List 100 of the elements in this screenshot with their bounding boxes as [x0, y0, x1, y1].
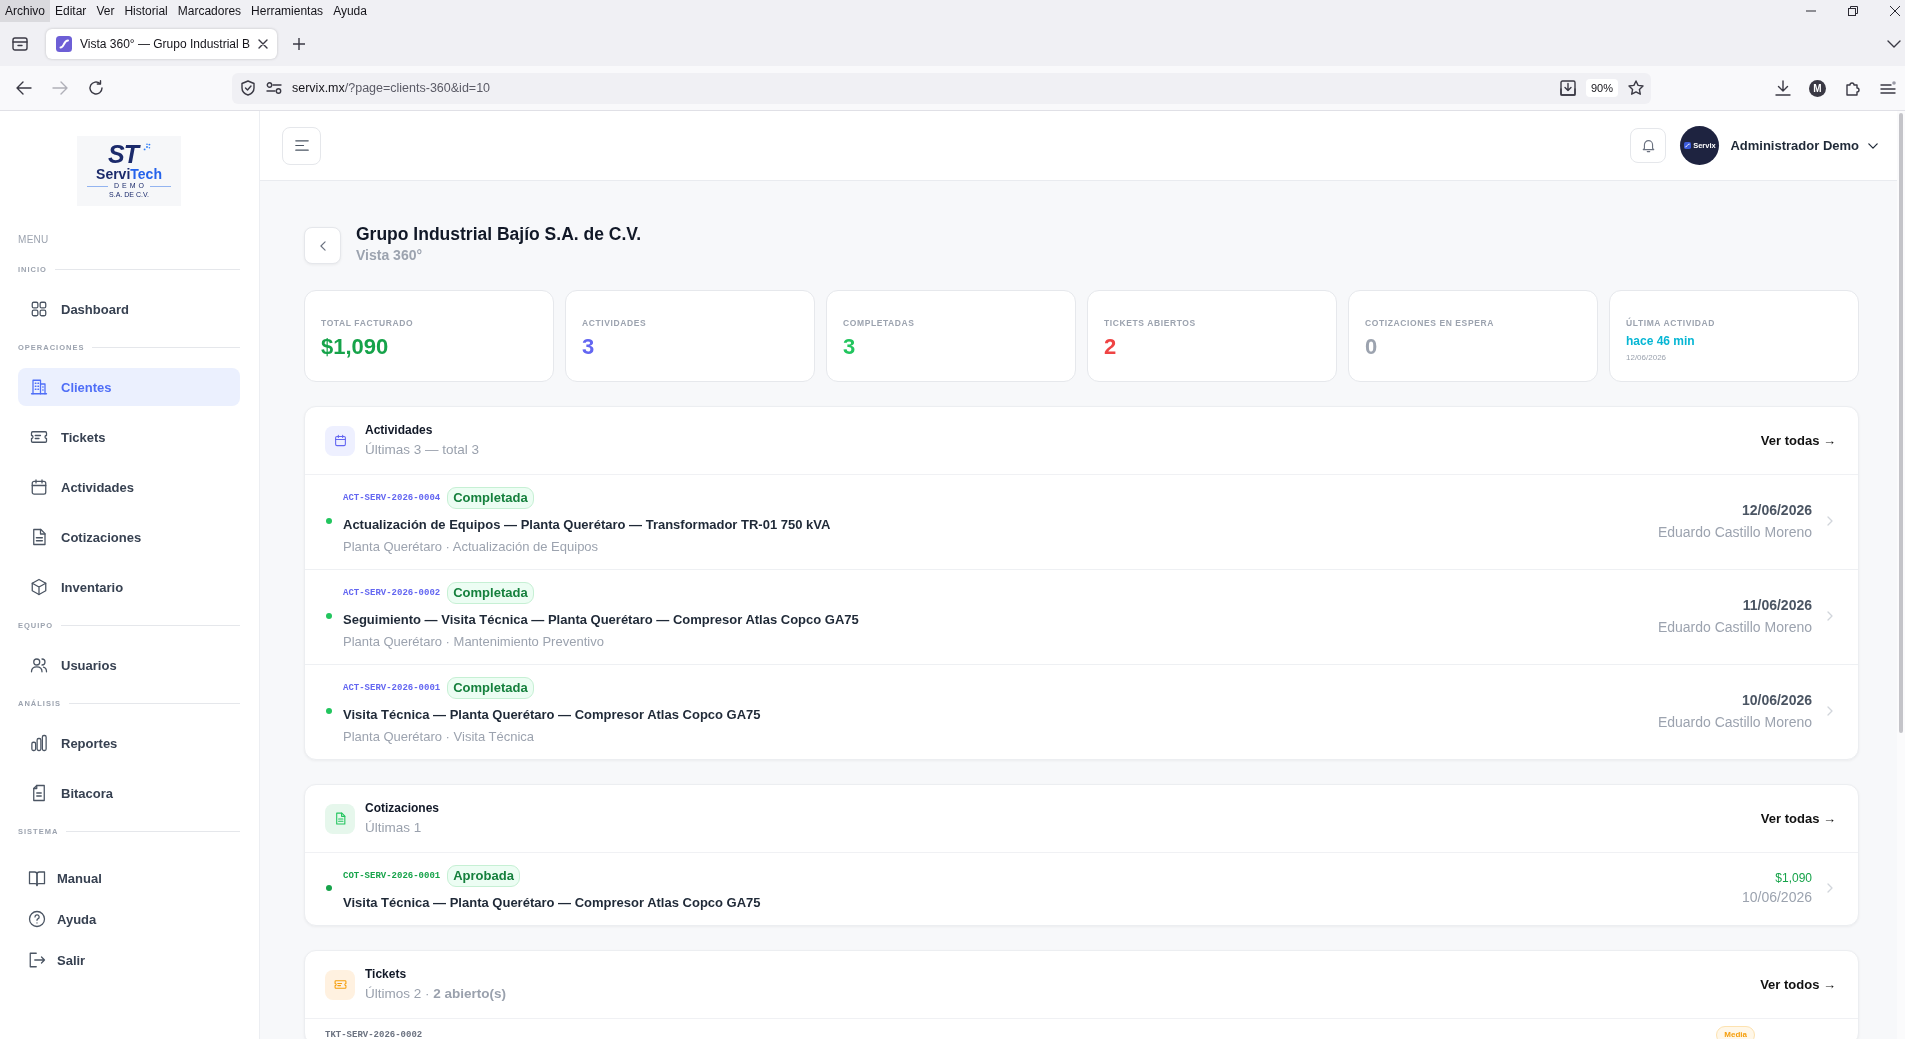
help-icon: [28, 910, 46, 928]
stat-value: 0: [1365, 334, 1379, 360]
panel-subtitle: Últimas 3 — total 3: [365, 441, 480, 458]
cube-icon: [30, 578, 48, 596]
book-icon: [28, 869, 46, 887]
bell-icon: [1641, 138, 1655, 153]
address-field[interactable]: servix.mx/?page=clients-360&id=10 90%: [232, 72, 1651, 104]
calendar-icon: [30, 478, 48, 496]
menu-item[interactable]: Editar: [50, 0, 92, 22]
menu-item[interactable]: Marcadores: [172, 0, 247, 22]
stat-label: COMPLETADAS: [843, 318, 916, 328]
tray-download-icon[interactable]: [1559, 80, 1576, 96]
sidebar-item[interactable]: Tickets: [18, 418, 240, 456]
assignee-name: Eduardo Castillo Moreno: [1657, 619, 1812, 635]
sliders-icon[interactable]: [266, 82, 282, 94]
stat-label: TOTAL FACTURADO: [321, 318, 415, 328]
priority-badge: Media: [1716, 1026, 1755, 1039]
row-details: Planta Querétaro · Actualización de Equipos: [343, 539, 600, 555]
sidebar-item[interactable]: Salir: [18, 945, 240, 975]
row-title: Visita Técnica — Planta Querétaro — Compresor Atlas Copco GA75: [343, 895, 762, 911]
sidebar-item[interactable]: Actividades: [18, 468, 240, 506]
plus-icon[interactable]: [293, 38, 305, 50]
menu-item[interactable]: Herramientas: [246, 0, 329, 22]
browser-tab[interactable]: Vista 360° — Grupo Industrial B: [46, 29, 277, 59]
dots-icon: [142, 143, 151, 151]
restore-icon[interactable]: [1848, 6, 1858, 16]
sidebar-item[interactable]: Bitacora: [18, 774, 240, 812]
document-icon: [30, 528, 48, 546]
stat-value: hace 46 min: [1626, 334, 1696, 348]
menu-item[interactable]: Historial: [119, 0, 173, 22]
record-code: TKT-SERV-2026-0002: [325, 1030, 423, 1039]
view-all-link[interactable]: Ver todas →: [1760, 811, 1836, 826]
row-date: 10/06/2026: [1741, 692, 1812, 708]
ticket-icon: [30, 428, 48, 446]
page-title: Grupo Industrial Bajío S.A. de C.V.: [356, 224, 642, 245]
back-arrow-icon[interactable]: [16, 80, 32, 96]
view-all-link[interactable]: Ver todos →: [1760, 977, 1836, 992]
panel-subtitle: Últimas 1: [365, 819, 423, 836]
reload-icon[interactable]: [88, 80, 104, 96]
user-menu-button[interactable]: Administrador Demo: [1730, 138, 1878, 153]
sidebar-item[interactable]: Cotizaciones: [18, 518, 240, 556]
stat-label: ÚLTIMA ACTIVIDAD: [1626, 318, 1717, 328]
stat-label: COTIZACIONES EN ESPERA: [1365, 318, 1495, 328]
puzzle-icon[interactable]: [1844, 80, 1861, 96]
status-badge: Completada: [447, 582, 534, 604]
sidebar-item[interactable]: Reportes: [18, 724, 240, 762]
sidebar-item[interactable]: Ayuda: [18, 904, 240, 934]
download-icon[interactable]: [1774, 80, 1791, 96]
status-dot-icon: [326, 885, 332, 891]
menu-item[interactable]: Ayuda: [328, 0, 372, 22]
menu-item[interactable]: Ver: [91, 0, 120, 22]
scrollbar-thumb[interactable]: [1899, 113, 1903, 733]
users-icon: [30, 656, 48, 674]
zoom-level-button[interactable]: 90%: [1585, 79, 1618, 97]
menu-icon: [294, 140, 309, 151]
panel-title: Tickets: [365, 967, 408, 982]
menu-icon[interactable]: [1879, 80, 1896, 96]
star-icon[interactable]: [1628, 80, 1644, 96]
stat-date: 12/06/2026: [1626, 353, 1668, 363]
record-code: COT-SERV-2026-0001: [343, 871, 441, 881]
close-icon[interactable]: [258, 39, 268, 49]
menu-item[interactable]: Archivo: [0, 0, 50, 22]
clipboard-icon: [30, 784, 48, 802]
stat-value: 2: [1104, 334, 1118, 360]
bar-chart-icon: [30, 734, 48, 752]
status-dot-icon: [326, 518, 332, 524]
panel-title: Actividades: [365, 423, 434, 438]
building-icon: [30, 378, 48, 396]
row-title: Visita Técnica — Planta Querétaro — Compresor Atlas Copco GA75: [343, 707, 762, 723]
status-badge: Completada: [447, 677, 534, 699]
status-dot-icon: [326, 708, 332, 714]
sidebar-item[interactable]: Dashboard: [18, 290, 240, 328]
assignee-name: Eduardo Castillo Moreno: [1657, 714, 1812, 730]
sidebar-item[interactable]: Clientes: [18, 368, 240, 406]
chevron-down-icon: [1868, 142, 1878, 149]
notifications-button[interactable]: [1630, 128, 1667, 163]
calendar-icon: [325, 425, 355, 456]
account-button[interactable]: M: [1809, 79, 1826, 97]
chevron-down-icon[interactable]: [1887, 40, 1901, 48]
url-text: servix.mx/?page=clients-360&id=10: [292, 81, 491, 95]
row-title: Actualización de Equipos — Planta Querétaro — Transformador TR-01 750 kVA: [343, 517, 832, 533]
record-code: ACT-SERV-2026-0004: [343, 493, 441, 503]
stat-label: TICKETS ABIERTOS: [1104, 318, 1197, 328]
site-favicon-icon: [56, 36, 72, 52]
shield-icon[interactable]: [240, 80, 256, 96]
grid-icon: [30, 300, 48, 318]
status-badge: Completada: [447, 487, 534, 509]
ticket-icon: [325, 969, 355, 1000]
sidebar-item[interactable]: Usuarios: [18, 646, 240, 684]
view-all-link[interactable]: Ver todas →: [1760, 433, 1836, 448]
menu-heading: MENU: [18, 234, 50, 246]
menu-toggle-button[interactable]: [282, 126, 321, 165]
close-icon[interactable]: [1890, 6, 1900, 16]
record-code: ACT-SERV-2026-0002: [343, 588, 441, 598]
stat-value: $1,090: [321, 334, 390, 360]
sidebar-item[interactable]: Manual: [18, 863, 240, 893]
sidebar-item[interactable]: Inventario: [18, 568, 240, 606]
stat-value: 3: [843, 334, 857, 360]
tab-list-icon[interactable]: [12, 36, 28, 52]
row-details: Planta Querétaro · Mantenimiento Preventivo: [343, 634, 605, 650]
